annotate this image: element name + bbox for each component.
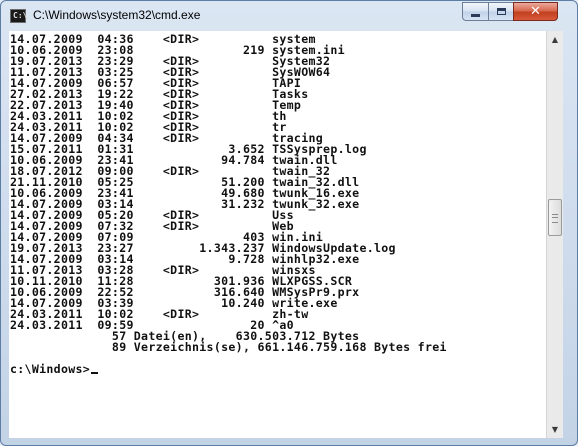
thumb-grip-icon — [552, 214, 558, 224]
maximize-icon — [496, 8, 506, 15]
console-line: 89 Verzeichnis(se), 661.146.759.168 Byte… — [10, 340, 447, 354]
console-window: C:\ C:\Windows\system32\cmd.exe ✕ 14.07.… — [0, 0, 578, 446]
scroll-up-button[interactable]: ▲ — [547, 31, 563, 48]
console-text: 14.07.2009 04:36 <DIR> system 10.06.2009… — [9, 31, 546, 375]
close-button[interactable]: ✕ — [513, 2, 558, 21]
window-title: C:\Windows\system32\cmd.exe — [33, 8, 201, 22]
scroll-down-button[interactable]: ▼ — [547, 421, 563, 438]
title-bar[interactable]: C:\ C:\Windows\system32\cmd.exe ✕ — [1, 1, 577, 31]
close-icon: ✕ — [530, 4, 541, 19]
console-icon[interactable]: C:\ — [10, 9, 27, 23]
scroll-up-arrow-icon: ▲ — [551, 35, 559, 44]
maximize-button[interactable] — [488, 2, 514, 21]
console-line: c:\Windows> — [10, 362, 91, 376]
console-output[interactable]: 14.07.2009 04:36 <DIR> system 10.06.2009… — [9, 31, 546, 438]
scroll-down-arrow-icon: ▼ — [551, 425, 559, 434]
minimize-button[interactable] — [462, 2, 489, 21]
vertical-scrollbar[interactable]: ▲ ▼ — [546, 31, 563, 438]
text-cursor — [91, 372, 99, 374]
minimize-icon — [471, 13, 480, 17]
scroll-thumb[interactable] — [548, 199, 562, 237]
